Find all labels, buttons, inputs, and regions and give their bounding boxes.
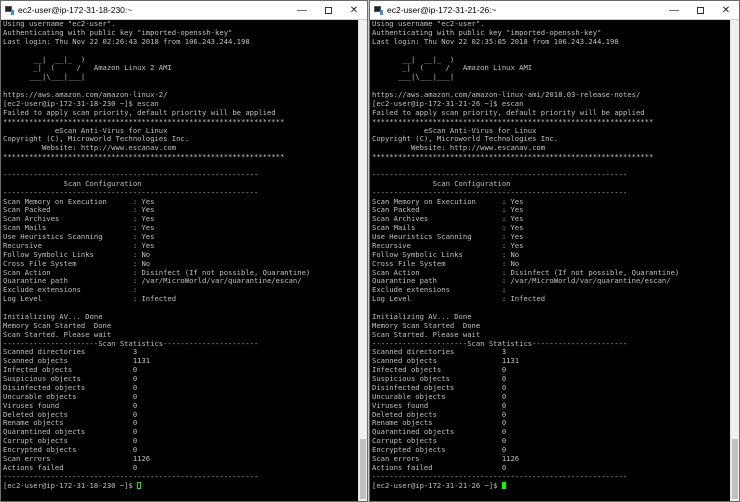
maximize-button[interactable] — [687, 1, 713, 19]
title-bar[interactable]: ec2-user@ip-172-31-21-26:~ — ✕ — [370, 1, 739, 20]
terminal-output: Using username "ec2-user". Authenticatin… — [3, 20, 311, 481]
minimize-icon: — — [669, 4, 679, 16]
vertical-scrollbar[interactable] — [358, 20, 367, 501]
vertical-scrollbar[interactable] — [730, 20, 739, 501]
minimize-button[interactable]: — — [661, 1, 687, 19]
terminal-window-left[interactable]: ec2-user@ip-172-31-18-230:~ — ✕ Using us… — [0, 0, 368, 502]
putty-icon[interactable] — [374, 5, 383, 15]
prompt-text: [ec2-user@ip-172-31-21-26 ~]$ — [372, 480, 502, 490]
close-icon: ✕ — [349, 4, 359, 16]
scrollbar-thumb[interactable] — [732, 439, 738, 499]
window-title: ec2-user@ip-172-31-18-230:~ — [18, 5, 133, 15]
minimize-button[interactable]: — — [289, 1, 315, 19]
scrollbar-thumb[interactable] — [360, 439, 366, 499]
close-icon: ✕ — [721, 4, 731, 16]
maximize-button[interactable] — [315, 1, 341, 19]
cursor-icon — [137, 481, 142, 489]
minimize-icon: — — [297, 4, 307, 16]
prompt-text: [ec2-user@ip-172-31-18-230 ~]$ — [3, 480, 138, 490]
title-bar[interactable]: ec2-user@ip-172-31-18-230:~ — ✕ — [1, 1, 367, 20]
close-button[interactable]: ✕ — [713, 1, 739, 19]
window-title: ec2-user@ip-172-31-21-26:~ — [387, 5, 497, 15]
maximize-icon — [324, 6, 332, 14]
close-button[interactable]: ✕ — [341, 1, 367, 19]
terminal-output: Using username "ec2-user". Authenticatin… — [372, 20, 680, 481]
command-prompt[interactable]: [ec2-user@ip-172-31-18-230 ~]$ — [3, 480, 358, 491]
putty-icon[interactable] — [5, 5, 14, 15]
terminal-area[interactable]: Using username "ec2-user". Authenticatin… — [3, 20, 358, 501]
maximize-icon — [696, 6, 704, 14]
command-prompt[interactable]: [ec2-user@ip-172-31-21-26 ~]$ — [372, 480, 730, 491]
terminal-window-right[interactable]: ec2-user@ip-172-31-21-26:~ — ✕ Using use… — [369, 0, 740, 502]
cursor-icon — [501, 481, 506, 489]
terminal-area[interactable]: Using username "ec2-user". Authenticatin… — [372, 20, 730, 501]
